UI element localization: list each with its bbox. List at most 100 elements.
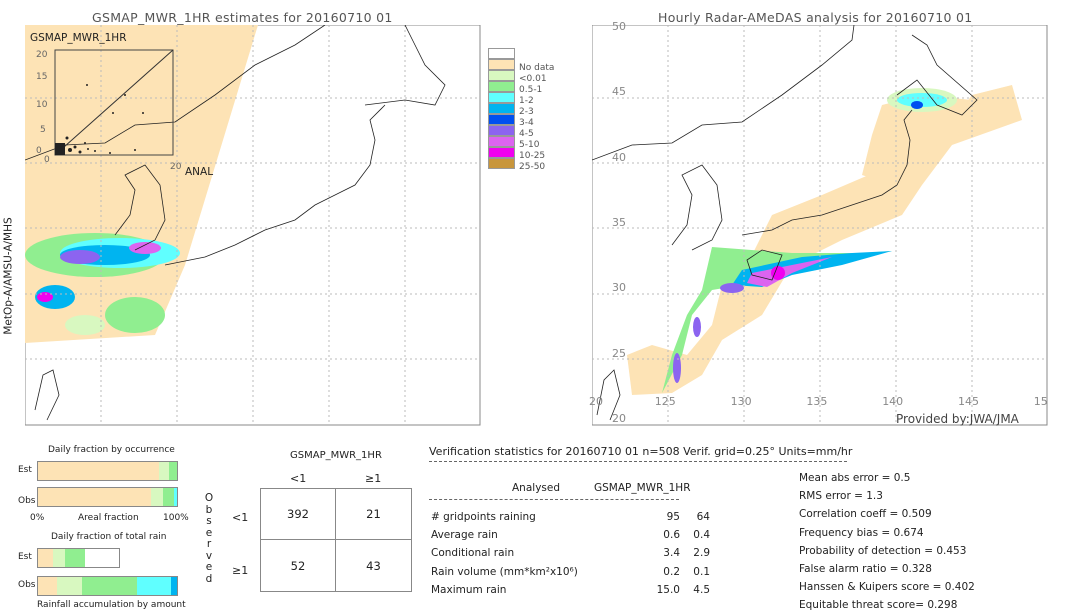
inset-tick: 10 <box>36 100 48 110</box>
legend-label: <0.01 <box>519 74 547 84</box>
stat-analysed: 3.4 <box>663 547 680 560</box>
col-est: GSMAP_MWR_1HR <box>594 482 691 494</box>
stat-est: 0.4 <box>693 529 710 542</box>
inset-tick: 15 <box>36 72 48 82</box>
stat-label: Rain volume (mm*km²x10⁶) <box>431 565 578 578</box>
axis-right: 100% <box>163 513 189 523</box>
stat-label: Average rain <box>431 529 498 542</box>
stat-label: Conditional rain <box>431 547 515 560</box>
stat-analysed: 95 <box>666 511 680 523</box>
axis-left: 0% <box>30 513 45 523</box>
obs-label: Obs <box>18 496 36 506</box>
lon-tick: 20 <box>589 395 603 408</box>
legend-swatch <box>488 114 515 125</box>
observed-label: Observed <box>204 492 214 585</box>
lon-tick: 145 <box>958 395 979 408</box>
score-item: Probability of detection = 0.453 <box>799 544 967 557</box>
est-label: Est <box>18 552 32 562</box>
score-item: RMS error = 1.3 <box>799 490 883 503</box>
bar-segment <box>52 549 66 567</box>
score-item: Equitable threat score= 0.298 <box>799 599 958 612</box>
stat-analysed: 15.0 <box>656 583 680 596</box>
stat-est: 4.5 <box>693 583 710 596</box>
contingency-table: 392 21 52 43 <box>260 488 412 592</box>
lon-tick: 125 <box>654 395 676 408</box>
legend-label: 3-4 <box>519 118 534 128</box>
stat-analysed: 0.6 <box>663 529 680 542</box>
inset-x-label: ANAL <box>185 166 214 178</box>
est-label: Est <box>18 465 32 475</box>
observed-letter: r <box>206 538 212 550</box>
inset-tick: 20 <box>36 50 48 60</box>
legend-label: 5-10 <box>519 140 540 150</box>
lat-tick: 40 <box>612 150 626 164</box>
bar-segment <box>168 462 178 480</box>
divider <box>429 499 679 500</box>
bar-segment <box>174 488 178 506</box>
right-map-title: Hourly Radar-AMeDAS analysis for 2016071… <box>658 10 973 25</box>
stat-label: # gridpoints raining <box>431 511 536 523</box>
cell-hits: 392 <box>261 489 336 540</box>
satellite-label: MetOp-A/AMSU-A/MHS <box>2 217 15 335</box>
inset-tick: 20 <box>170 162 182 172</box>
legend-swatch <box>488 125 515 136</box>
credit-label: Provided by:JWA/JMA <box>896 412 1019 426</box>
lat-tick: 25 <box>612 346 626 360</box>
bar-segment <box>65 549 85 567</box>
legend-swatch <box>488 147 515 158</box>
legend-label: 10-25 <box>519 151 546 161</box>
stat-label: Maximum rain <box>431 583 507 596</box>
legend-label: 1-2 <box>519 96 534 106</box>
score-item: Mean abs error = 0.5 <box>799 472 911 484</box>
observed-letter: s <box>206 515 212 527</box>
occurrence-title: Daily fraction by occurrence <box>48 445 175 455</box>
occurrence-obs-bar <box>37 487 178 507</box>
col-label: <1 <box>290 472 307 485</box>
bar-segment <box>38 488 151 506</box>
inset-tick: 0 <box>36 146 42 156</box>
contingency-header: GSMAP_MWR_1HR <box>290 450 382 461</box>
total-est-bar <box>37 548 120 568</box>
inset-label: GSMAP_MWR_1HR <box>30 32 127 44</box>
observed-letter: O <box>204 492 214 504</box>
stat-analysed: 0.2 <box>663 565 680 578</box>
legend-swatch <box>488 59 515 70</box>
score-item: False alarm ratio = 0.328 <box>799 563 932 575</box>
inset-tick: 5 <box>40 125 46 135</box>
observed-letter: e <box>205 561 213 573</box>
lat-tick: 30 <box>612 281 626 295</box>
legend-swatch <box>488 158 515 169</box>
row-label: <1 <box>232 511 249 524</box>
stat-est: 2.9 <box>693 547 710 560</box>
bar-segment <box>57 577 83 595</box>
lat-tick: 20 <box>612 411 626 425</box>
legend-swatch <box>488 48 515 59</box>
col-label: ≥1 <box>365 472 382 485</box>
bar-segment <box>158 462 169 480</box>
row-label: ≥1 <box>232 564 249 577</box>
lon-tick: 15 <box>1033 395 1048 408</box>
legend-swatch <box>488 92 515 103</box>
col-analysed: Analysed <box>512 482 560 494</box>
bar-segment <box>38 549 53 567</box>
lat-tick: 45 <box>612 85 626 99</box>
stats-header: Verification statistics for 20160710 01 … <box>429 445 853 458</box>
cell: 52 <box>261 540 336 591</box>
bar-segment <box>171 577 177 595</box>
stat-est: 64 <box>696 511 710 523</box>
bar-segment <box>136 577 172 595</box>
legend-swatch <box>488 81 515 92</box>
lat-tick: 35 <box>612 215 626 229</box>
total-rain-footer: Rainfall accumulation by amount <box>37 600 186 610</box>
bar-segment <box>38 462 159 480</box>
observed-letter: d <box>205 572 213 585</box>
lat-tick: 50 <box>612 20 626 33</box>
bar-segment <box>163 488 175 506</box>
score-item: Hanssen & Kuipers score = 0.402 <box>799 581 975 594</box>
total-rain-title: Daily fraction of total rain <box>51 532 167 542</box>
obs-label: Obs <box>18 580 36 590</box>
legend-swatch <box>488 136 515 147</box>
legend-swatch <box>488 70 515 81</box>
legend-swatch <box>488 103 515 114</box>
legend-label: 2-3 <box>519 107 534 117</box>
